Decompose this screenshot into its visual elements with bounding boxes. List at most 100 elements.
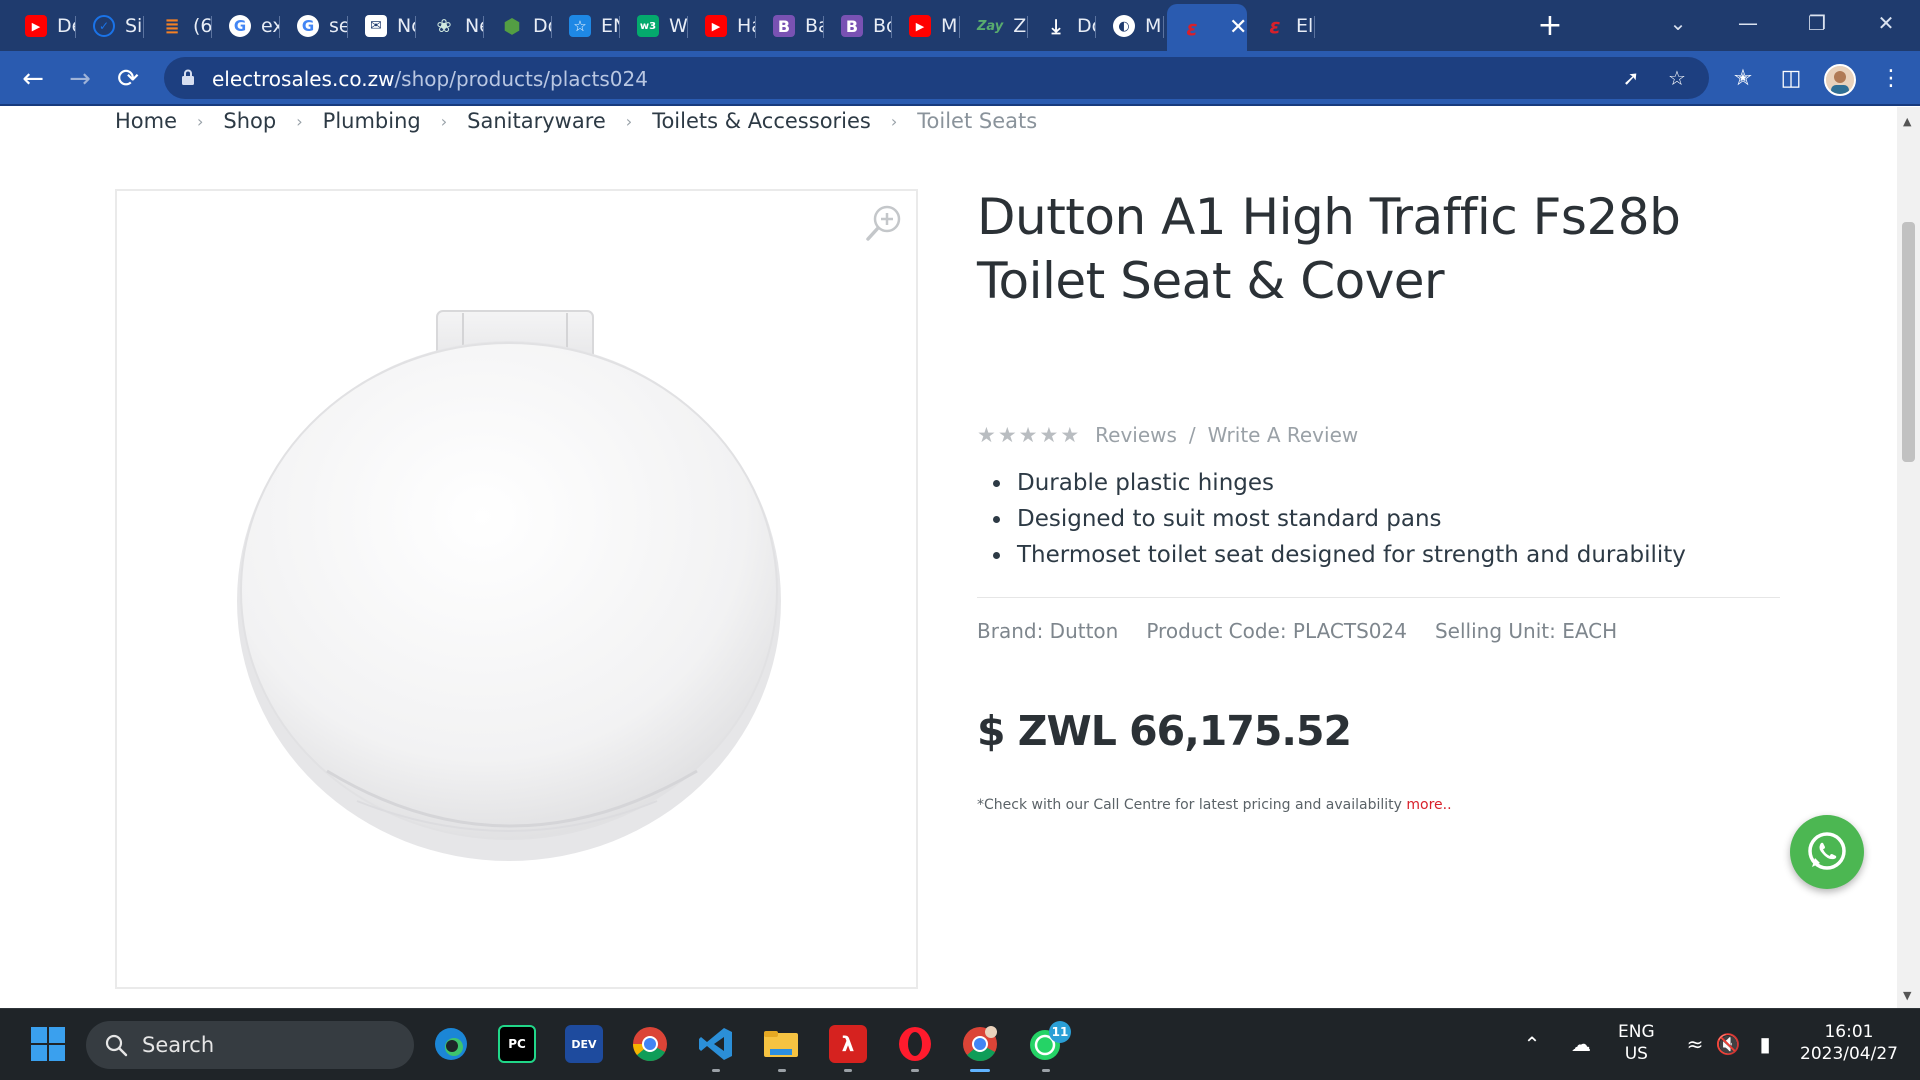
zoom-in-icon[interactable]	[864, 203, 904, 243]
onedrive-cloud-icon[interactable]: ☁	[1568, 1031, 1594, 1057]
breadcrumb-item[interactable]: Home	[115, 109, 177, 133]
tab-2[interactable]: ≣ (6)	[147, 6, 212, 46]
rating-stars: ★★★★★	[977, 423, 1081, 447]
tab-3[interactable]: Gex	[215, 6, 280, 46]
tab-10[interactable]: ▶ Ha	[691, 6, 756, 46]
windows-start-icon[interactable]	[31, 1027, 65, 1061]
opera-icon[interactable]	[896, 1025, 934, 1063]
tab-title: M	[941, 15, 958, 37]
share-icon[interactable]: ➚	[1616, 63, 1646, 93]
tab-12[interactable]: B Bo	[827, 6, 892, 46]
stackoverflow-icon: ≣	[164, 15, 180, 37]
write-review-link[interactable]: Write A Review	[1208, 423, 1359, 447]
page-content: Home › Shop › Plumbing › Sanitaryware › Toilets …	[0, 107, 1897, 1008]
selling-unit-label: Selling Unit: EACH	[1434, 619, 1618, 643]
battery-icon[interactable]: ▮	[1752, 1031, 1778, 1057]
page-scrollbar[interactable]: ▲ ▼	[1897, 107, 1920, 1008]
mail-icon: ✉	[365, 15, 387, 37]
tab-7[interactable]: ⬢ Do	[487, 6, 552, 46]
forward-button[interactable]: →	[60, 59, 100, 99]
edge-icon[interactable]	[432, 1025, 470, 1063]
running-indicator	[844, 1069, 852, 1072]
system-clock[interactable]: 16:01 2023/04/27	[1800, 1021, 1898, 1065]
tab-13[interactable]: ▶ M	[895, 6, 960, 46]
tab-6[interactable]: ❀ Ne	[419, 6, 484, 46]
acrobat-icon[interactable]: λ	[829, 1025, 867, 1063]
star-icon: ★	[1018, 423, 1038, 447]
tab-0[interactable]: ▶ De	[11, 6, 76, 46]
avatar-icon	[1826, 66, 1854, 94]
running-indicator	[1042, 1069, 1050, 1072]
tab-18[interactable]: ε Ele	[1250, 6, 1315, 46]
more-link[interactable]: more..	[1406, 797, 1451, 813]
scroll-up-arrow[interactable]: ▲	[1903, 115, 1911, 128]
tab-9[interactable]: w3 W	[623, 6, 688, 46]
minimize-button[interactable]: —	[1728, 6, 1768, 40]
electrosales-icon: ε	[1269, 14, 1281, 38]
whatsapp-icon[interactable]: 11	[1027, 1021, 1071, 1063]
tab-separator	[823, 16, 824, 38]
bootstrap-icon: B	[841, 15, 863, 37]
close-tab-icon[interactable]: ✕	[1229, 15, 1247, 40]
star-icon: ★	[977, 423, 996, 447]
menu-kebab-icon[interactable]: ⋮	[1876, 64, 1906, 94]
tab-separator	[279, 16, 280, 38]
reload-button[interactable]: ⟳	[108, 59, 148, 99]
reviews-link[interactable]: Reviews	[1095, 423, 1177, 447]
breadcrumb-item[interactable]: Shop	[223, 109, 276, 133]
tab-8[interactable]: ☆ EN	[555, 6, 620, 46]
pycharm-icon[interactable]: PC	[498, 1025, 536, 1063]
product-title: Dutton A1 High Traffic Fs28b Toilet Seat…	[977, 188, 1681, 310]
chevron-up-icon[interactable]: ⌃	[1519, 1031, 1545, 1057]
star-icon: ★	[1039, 423, 1059, 447]
wifi-icon[interactable]: ≈	[1682, 1031, 1708, 1057]
vscode-icon[interactable]	[697, 1025, 735, 1063]
tab-separator	[687, 16, 688, 38]
breadcrumb-item[interactable]: Plumbing	[323, 109, 421, 133]
tab-17[interactable]: ε ✕	[1167, 4, 1247, 51]
extensions-icon[interactable]: ✭	[1728, 64, 1758, 94]
file-explorer-icon[interactable]	[762, 1025, 800, 1063]
product-gallery[interactable]	[115, 189, 918, 989]
globe-icon: ◐	[1113, 15, 1135, 37]
tab-5[interactable]: ✉ Nc	[351, 6, 416, 46]
chrome-profile-icon[interactable]	[961, 1025, 999, 1063]
chevron-right-icon: ›	[197, 111, 204, 131]
taskbar-search[interactable]: Search	[86, 1021, 414, 1069]
language-indicator[interactable]: ENG US	[1618, 1021, 1655, 1065]
bootstrap-icon: B	[773, 15, 795, 37]
language-code: ENG	[1618, 1022, 1655, 1042]
side-panel-icon[interactable]: ◫	[1776, 64, 1806, 94]
restore-button[interactable]: ❐	[1797, 6, 1837, 40]
tab-15[interactable]: ⤓ Dc	[1031, 6, 1096, 46]
new-tab-button[interactable]: +	[1536, 6, 1564, 46]
tab-separator	[143, 16, 144, 38]
bookmark-star-icon[interactable]: ☆	[1662, 63, 1692, 93]
url-text[interactable]: electrosales.co.zw/shop/products/placts0…	[212, 67, 648, 91]
tab-16[interactable]: ◐ M	[1099, 6, 1164, 46]
tab-search-icon[interactable]: ⌄	[1658, 6, 1698, 40]
tab-4[interactable]: Gsei	[283, 6, 348, 46]
disclaimer-text: *Check with our Call Centre for latest p…	[977, 797, 1402, 813]
devcpp-icon[interactable]: DEV	[565, 1025, 603, 1063]
tab-1[interactable]: ✓ Sig	[79, 6, 144, 46]
tab-title: Do	[533, 15, 552, 37]
breadcrumb-item[interactable]: Toilets & Accessories	[652, 109, 871, 133]
back-button[interactable]: ←	[13, 59, 53, 99]
rating-row: ★★★★★ Reviews / Write A Review	[977, 423, 1358, 447]
running-indicator	[778, 1069, 786, 1072]
close-window-button[interactable]: ✕	[1866, 6, 1906, 40]
scroll-down-arrow[interactable]: ▼	[1903, 989, 1911, 1002]
tab-14[interactable]: Zay Za	[963, 6, 1028, 46]
chrome-icon[interactable]	[631, 1025, 669, 1063]
tab-separator	[211, 16, 212, 38]
tab-title: sei	[329, 15, 348, 37]
product-image-toilet-seat[interactable]	[237, 301, 797, 881]
address-bar[interactable]: electrosales.co.zw/shop/products/placts0…	[164, 57, 1709, 99]
profile-avatar[interactable]	[1824, 64, 1856, 96]
breadcrumb-item[interactable]: Sanitaryware	[467, 109, 606, 133]
volume-muted-icon[interactable]: 🔇	[1715, 1031, 1741, 1057]
tab-11[interactable]: B Ba	[759, 6, 824, 46]
scroll-thumb[interactable]	[1902, 222, 1915, 462]
whatsapp-chat-button[interactable]	[1790, 815, 1864, 889]
